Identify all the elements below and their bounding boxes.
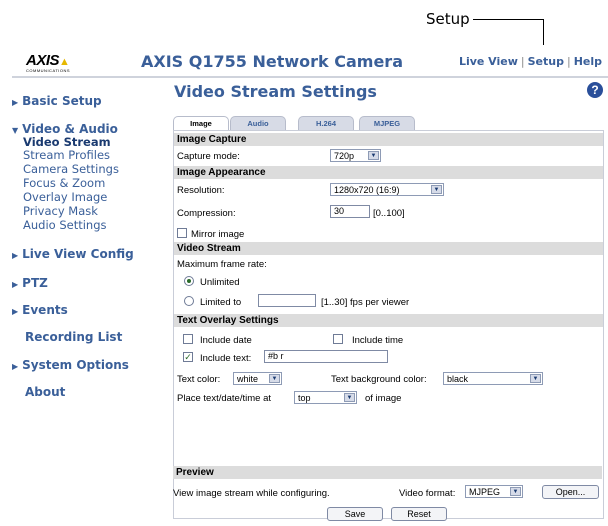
include-text-checkbox[interactable]: ✓	[183, 352, 193, 362]
open-button[interactable]: Open...	[542, 485, 599, 499]
text-color-label: Text color:	[177, 374, 221, 385]
chevron-down-icon: ▼	[530, 374, 541, 383]
arrow-down-icon: ▼	[12, 126, 19, 135]
include-text-label: Include text:	[200, 353, 252, 364]
compression-input[interactable]: 30	[330, 205, 370, 218]
sidebar-item-video-stream[interactable]: Video Stream	[23, 135, 111, 149]
capture-mode-select[interactable]: 720p ▼	[330, 149, 381, 162]
unlimited-radio[interactable]	[184, 276, 194, 286]
mirror-image-checkbox[interactable]	[177, 228, 187, 238]
sidebar-item-events[interactable]: ▶ Events	[12, 303, 68, 317]
limited-label: Limited to	[200, 297, 242, 308]
sidebar-item-overlay-image[interactable]: Overlay Image	[23, 190, 107, 204]
sidebar-item-privacy-mask[interactable]: Privacy Mask	[23, 204, 98, 218]
max-frame-label: Maximum frame rate:	[177, 259, 267, 270]
callout-pointer	[543, 19, 544, 45]
mirror-image-label: Mirror image	[191, 229, 245, 240]
header: AXIS▲ COMMUNICATIONS AXIS Q1755 Network …	[12, 46, 608, 78]
bg-color-select[interactable]: black ▼	[443, 372, 543, 385]
include-time-checkbox[interactable]	[333, 334, 343, 344]
include-text-input[interactable]: #b r	[264, 350, 388, 363]
video-format-select[interactable]: MJPEG ▼	[465, 485, 523, 498]
sidebar-item-video-audio[interactable]: ▼ Video & Audio	[12, 122, 118, 136]
arrow-right-icon: ▶	[12, 98, 19, 107]
chevron-down-icon: ▼	[269, 374, 280, 383]
section-preview: Preview	[173, 466, 602, 479]
tab-mjpeg[interactable]: MJPEG	[359, 116, 415, 131]
bg-color-label: Text background color:	[331, 374, 427, 385]
section-video-stream: Video Stream	[174, 242, 603, 255]
help-link[interactable]: Help	[574, 55, 602, 68]
sidebar-item-recording-list[interactable]: Recording List	[25, 330, 122, 344]
camera-title: AXIS Q1755 Network Camera	[141, 52, 403, 71]
compression-range: [0..100]	[373, 208, 405, 219]
arrow-right-icon: ▶	[12, 251, 19, 260]
arrow-right-icon: ▶	[12, 280, 19, 289]
sidebar-item-about[interactable]: About	[25, 385, 65, 399]
top-links: Live View | Setup | Help	[458, 55, 602, 68]
save-button[interactable]: Save	[327, 507, 383, 521]
callout-line	[473, 19, 544, 20]
section-image-appearance: Image Appearance	[174, 166, 603, 179]
preview-description: View image stream while configuring.	[173, 488, 330, 499]
limited-fps-input[interactable]	[258, 294, 316, 307]
logo-subtitle: COMMUNICATIONS	[26, 68, 71, 73]
sidebar-item-live-view-config[interactable]: ▶ Live View Config	[12, 247, 134, 261]
include-date-label: Include date	[200, 335, 252, 346]
limited-radio[interactable]	[184, 296, 194, 306]
help-icon[interactable]: ?	[587, 82, 603, 98]
chevron-down-icon: ▼	[344, 393, 355, 402]
sidebar-item-focus-zoom[interactable]: Focus & Zoom	[23, 176, 105, 190]
sidebar-item-audio-settings[interactable]: Audio Settings	[23, 218, 107, 232]
axis-logo: AXIS▲	[26, 52, 70, 69]
reset-button[interactable]: Reset	[391, 507, 447, 521]
live-view-link[interactable]: Live View	[459, 55, 518, 68]
chevron-down-icon: ▼	[510, 487, 521, 496]
section-text-overlay: Text Overlay Settings	[174, 314, 603, 327]
tab-audio[interactable]: Audio	[230, 116, 286, 131]
sidebar-item-stream-profiles[interactable]: Stream Profiles	[23, 148, 110, 162]
place-select[interactable]: top ▼	[294, 391, 357, 404]
arrow-right-icon: ▶	[12, 362, 19, 371]
video-format-label: Video format:	[399, 488, 456, 499]
section-image-capture: Image Capture	[174, 133, 603, 146]
unlimited-label: Unlimited	[200, 277, 240, 288]
include-date-checkbox[interactable]	[183, 334, 193, 344]
of-image-label: of image	[365, 393, 402, 404]
chevron-down-icon: ▼	[431, 185, 442, 194]
sidebar-item-basic-setup[interactable]: ▶ Basic Setup	[12, 94, 102, 108]
resolution-select[interactable]: 1280x720 (16:9) ▼	[330, 183, 444, 196]
fps-hint: [1..30] fps per viewer	[321, 297, 410, 308]
capture-mode-label: Capture mode:	[177, 151, 240, 162]
compression-label: Compression:	[177, 208, 236, 219]
sidebar-item-ptz[interactable]: ▶ PTZ	[12, 276, 48, 290]
place-label: Place text/date/time at	[177, 393, 271, 404]
setup-link[interactable]: Setup	[528, 55, 564, 68]
setup-callout: Setup	[426, 10, 470, 28]
page-title: Video Stream Settings	[174, 82, 377, 101]
text-color-select[interactable]: white ▼	[233, 372, 282, 385]
include-time-label: Include time	[352, 335, 404, 346]
arrow-right-icon: ▶	[12, 307, 19, 316]
sidebar-item-camera-settings[interactable]: Camera Settings	[23, 162, 119, 176]
chevron-down-icon: ▼	[368, 151, 379, 160]
resolution-label: Resolution:	[177, 185, 225, 196]
tab-h264[interactable]: H.264	[298, 116, 354, 131]
settings-panel: Image Capture Capture mode: 720p ▼ Image …	[173, 130, 604, 519]
sidebar-item-system-options[interactable]: ▶ System Options	[12, 358, 129, 372]
